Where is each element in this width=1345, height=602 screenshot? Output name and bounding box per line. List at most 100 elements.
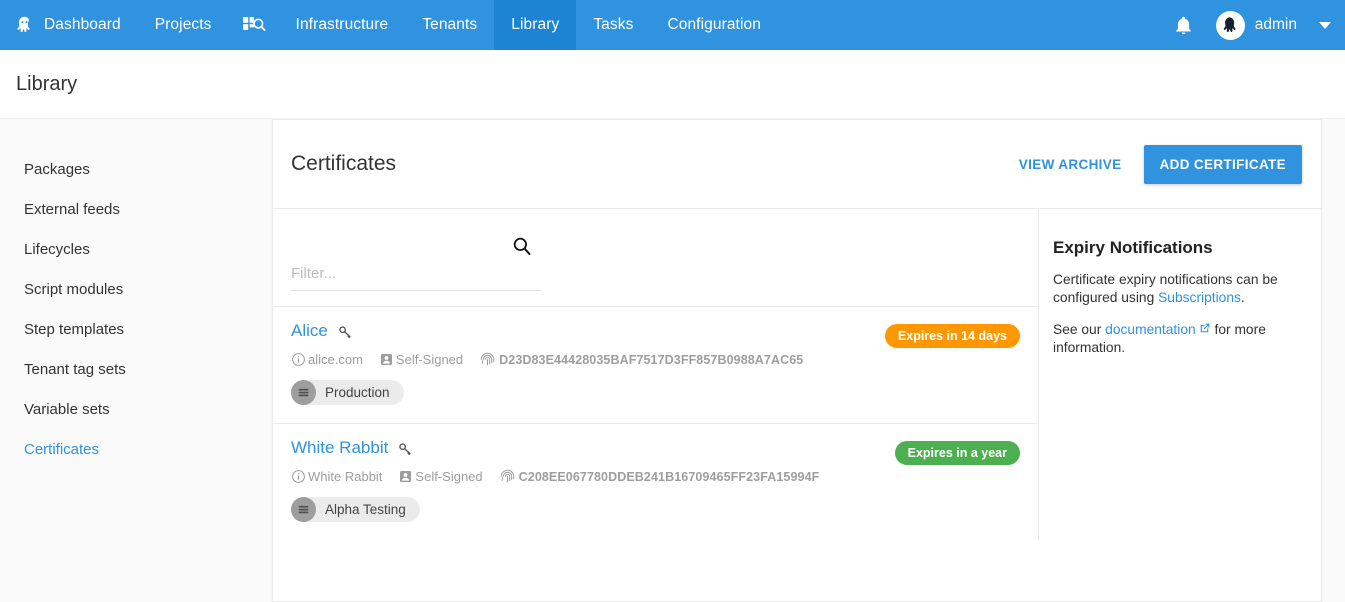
certificates-card-header: Certificates VIEW ARCHIVE ADD CERTIFICAT… bbox=[273, 120, 1321, 209]
search-icon[interactable] bbox=[511, 235, 533, 262]
environment-icon bbox=[291, 497, 316, 522]
certificate-subject: White Rabbit bbox=[291, 469, 382, 484]
documentation-link[interactable]: documentation bbox=[1105, 322, 1196, 337]
nav-item-dashboard[interactable]: Dashboard bbox=[0, 0, 138, 50]
library-sidebar: Packages External feeds Lifecycles Scrip… bbox=[0, 119, 272, 602]
page-title: Library bbox=[16, 72, 78, 95]
panel-text-after: . bbox=[1240, 290, 1245, 305]
sidebar-item-label: Script modules bbox=[24, 281, 124, 298]
person-badge-icon bbox=[400, 471, 412, 482]
nav-item-label: Infrastructure bbox=[295, 16, 389, 33]
sidebar-item-label: External feeds bbox=[24, 201, 120, 218]
chevron-down-icon[interactable] bbox=[1319, 21, 1331, 29]
nav-item-label: Tenants bbox=[422, 16, 478, 33]
sidebar-item-packages[interactable]: Packages bbox=[0, 150, 272, 190]
environment-chip-label: Production bbox=[325, 385, 390, 400]
card-title: Certificates bbox=[291, 152, 397, 175]
sidebar-item-label: Variable sets bbox=[24, 401, 110, 418]
nav-item-library[interactable]: Library bbox=[494, 0, 577, 50]
info-icon bbox=[292, 353, 305, 366]
fingerprint-icon bbox=[500, 469, 514, 483]
sidebar-item-tenant-tag-sets[interactable]: Tenant tag sets bbox=[0, 350, 272, 390]
panel-paragraph-1: Certificate expiry notifications can be … bbox=[1053, 271, 1301, 307]
nav-item-infrastructure[interactable]: Infrastructure bbox=[279, 0, 406, 50]
sidebar-item-external-feeds[interactable]: External feeds bbox=[0, 190, 272, 230]
avatar bbox=[1215, 10, 1245, 40]
filter-input[interactable] bbox=[291, 259, 541, 291]
nav-item-tasks[interactable]: Tasks bbox=[576, 0, 650, 50]
certificate-subject-text: alice.com bbox=[308, 352, 363, 367]
certificate-issuer: Self-Signed bbox=[379, 352, 463, 367]
environment-chips: Production bbox=[291, 380, 885, 405]
fingerprint-icon bbox=[480, 352, 495, 366]
certificate-meta: White Rabbit Self-Signed C208EE067780DDE… bbox=[291, 468, 895, 485]
certificate-issuer: Self-Signed bbox=[398, 469, 483, 484]
nav-item-tenants[interactable]: Tenants bbox=[405, 0, 494, 50]
nav-right-group: admin bbox=[1157, 0, 1345, 50]
username-label: admin bbox=[1254, 16, 1297, 33]
nav-item-label: Tasks bbox=[593, 16, 634, 33]
page-body: Packages External feeds Lifecycles Scrip… bbox=[0, 118, 1345, 602]
certificates-list-column: Alice bbox=[273, 209, 1039, 540]
environment-chips: Alpha Testing bbox=[291, 497, 895, 522]
sidebar-item-label: Lifecycles bbox=[24, 241, 90, 258]
sidebar-item-certificates[interactable]: Certificates bbox=[0, 430, 272, 470]
add-certificate-button[interactable]: ADD CERTIFICATE bbox=[1143, 144, 1302, 184]
status-badge: Expires in a year bbox=[894, 441, 1020, 465]
octopus-avatar-icon bbox=[1223, 16, 1236, 32]
sidebar-item-label: Tenant tag sets bbox=[24, 361, 126, 378]
filter-area bbox=[273, 209, 1038, 306]
nav-item-label: Configuration bbox=[667, 16, 761, 33]
notification-bell-icon bbox=[1176, 16, 1191, 34]
table-row[interactable]: Alice alice.com Self-Signed D23D83E44428… bbox=[273, 306, 1038, 423]
certificate-thumbprint-text: C208EE067780DDEB241B16709465FF23FA15994F bbox=[518, 469, 820, 484]
top-navigation-bar: Dashboard Projects Infrastructure Tenant… bbox=[0, 0, 1345, 50]
sidebar-item-label: Packages bbox=[24, 161, 90, 178]
certificate-name-line: Alice bbox=[291, 320, 885, 342]
person-badge-icon bbox=[380, 354, 392, 365]
environment-chip[interactable]: Production bbox=[291, 380, 404, 405]
grid-search-icon bbox=[242, 17, 266, 31]
external-link-icon[interactable] bbox=[1198, 322, 1211, 335]
expiry-notifications-panel: Expiry Notifications Certificate expiry … bbox=[1039, 209, 1321, 540]
octopus-logo-icon bbox=[17, 16, 30, 32]
user-menu-button[interactable]: admin bbox=[1210, 10, 1331, 40]
key-icon bbox=[398, 441, 413, 456]
nav-item-label: Dashboard bbox=[44, 16, 121, 33]
nav-item-configuration[interactable]: Configuration bbox=[650, 0, 778, 50]
nav-item-label: Library bbox=[511, 16, 560, 33]
key-icon bbox=[338, 324, 353, 339]
certificate-name-link[interactable]: Alice bbox=[291, 320, 328, 342]
view-archive-button[interactable]: VIEW ARCHIVE bbox=[1005, 147, 1136, 182]
card-columns: Alice bbox=[273, 209, 1321, 540]
certificate-issuer-text: Self-Signed bbox=[395, 352, 464, 367]
nav-item-grid-search[interactable] bbox=[229, 0, 279, 50]
panel-text-before: See our bbox=[1053, 322, 1106, 337]
certificate-thumbprint-text: D23D83E44428035BAF7517D3FF857B0988A7AC65 bbox=[499, 352, 804, 367]
certificate-thumbprint: C208EE067780DDEB241B16709465FF23FA15994F bbox=[499, 468, 820, 485]
certificate-name-link[interactable]: White Rabbit bbox=[291, 437, 388, 459]
sidebar-item-step-templates[interactable]: Step templates bbox=[0, 310, 272, 350]
nav-item-projects[interactable]: Projects bbox=[138, 0, 229, 50]
page-title-bar: Library bbox=[0, 50, 1345, 118]
certificate-details: White Rabbit White Rabbit Self-Signed C2… bbox=[291, 437, 895, 522]
subscriptions-link[interactable]: Subscriptions bbox=[1158, 290, 1241, 305]
table-row[interactable]: White Rabbit White Rabbit Self-Signed C2… bbox=[273, 423, 1038, 540]
certificate-details: Alice alice.com Self-Signed D23D83E44428… bbox=[291, 320, 885, 405]
info-icon bbox=[292, 470, 305, 483]
environment-chip[interactable]: Alpha Testing bbox=[291, 497, 420, 522]
status-badge: Expires in 14 days bbox=[884, 324, 1020, 348]
sidebar-item-lifecycles[interactable]: Lifecycles bbox=[0, 230, 272, 270]
certificate-name-line: White Rabbit bbox=[291, 437, 895, 459]
sidebar-item-variable-sets[interactable]: Variable sets bbox=[0, 390, 272, 430]
sidebar-item-label: Step templates bbox=[24, 321, 125, 338]
environment-icon bbox=[291, 380, 316, 405]
environment-chip-label: Alpha Testing bbox=[325, 502, 406, 517]
certificates-card: Certificates VIEW ARCHIVE ADD CERTIFICAT… bbox=[272, 119, 1322, 602]
certificate-subject: alice.com bbox=[291, 352, 363, 367]
certificate-meta: alice.com Self-Signed D23D83E44428035BAF… bbox=[291, 351, 885, 368]
main-content: Certificates VIEW ARCHIVE ADD CERTIFICAT… bbox=[272, 119, 1345, 602]
nav-item-label: Projects bbox=[154, 16, 212, 33]
notifications-button[interactable] bbox=[1157, 14, 1210, 37]
sidebar-item-script-modules[interactable]: Script modules bbox=[0, 270, 272, 310]
